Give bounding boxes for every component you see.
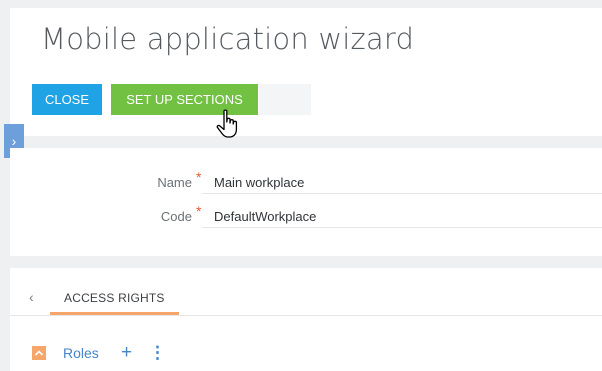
page-title: Mobile application wizard: [41, 22, 415, 56]
kebab-menu-icon[interactable]: ⋮: [149, 343, 166, 363]
tab-divider: [10, 315, 602, 316]
name-required-mark: *: [196, 169, 202, 185]
plus-icon[interactable]: +: [121, 342, 132, 364]
name-field[interactable]: Main workplace: [202, 172, 602, 194]
code-field[interactable]: DefaultWorkplace: [202, 206, 602, 228]
close-button[interactable]: CLOSE: [32, 84, 102, 115]
name-label: Name: [157, 175, 192, 190]
faded-placeholder: [259, 84, 311, 115]
header-panel: Mobile application wizard CLOSE SET UP S…: [10, 8, 602, 138]
form-panel: Name * Main workplace Code * DefaultWork…: [10, 148, 602, 256]
code-value: DefaultWorkplace: [214, 209, 317, 224]
collapse-icon[interactable]: [32, 346, 46, 360]
code-field-row: Code * DefaultWorkplace: [10, 203, 602, 228]
code-required-mark: *: [196, 203, 202, 219]
chevron-right-icon: ›: [11, 133, 17, 149]
name-value: Main workplace: [214, 175, 305, 190]
detail-panel: ‹ ACCESS RIGHTS Roles + ⋮: [10, 268, 602, 371]
code-label: Code: [160, 209, 192, 224]
chevron-left-icon[interactable]: ‹: [29, 289, 34, 305]
tab-access-rights[interactable]: ACCESS RIGHTS: [50, 282, 179, 315]
hand-pointer-icon: [216, 109, 238, 138]
roles-detail-header: Roles + ⋮: [32, 342, 332, 364]
roles-label[interactable]: Roles: [63, 345, 99, 361]
name-field-row: Name * Main workplace: [10, 169, 602, 194]
